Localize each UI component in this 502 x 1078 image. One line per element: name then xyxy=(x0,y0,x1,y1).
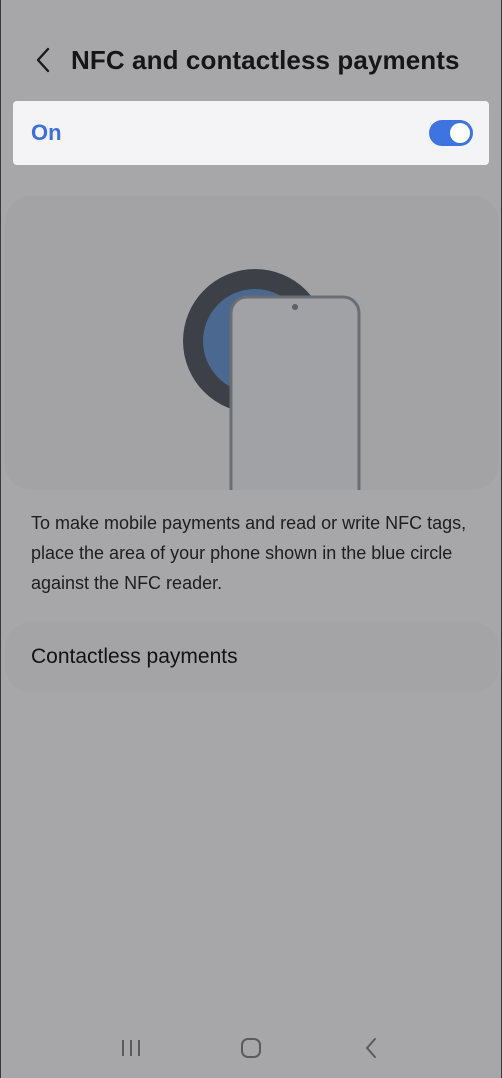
back-button[interactable] xyxy=(23,40,63,80)
contactless-payments-item[interactable]: Contactless payments xyxy=(5,622,499,692)
switch-knob xyxy=(450,123,470,143)
app-bar: NFC and contactless payments xyxy=(1,28,501,92)
recent-apps-button[interactable] xyxy=(106,1028,156,1068)
nfc-illustration-card xyxy=(5,196,499,490)
nfc-toggle-row[interactable]: On xyxy=(13,101,489,165)
page-title: NFC and contactless payments xyxy=(71,44,460,75)
nfc-description: To make mobile payments and read or writ… xyxy=(31,513,467,593)
home-button[interactable] xyxy=(226,1028,276,1068)
nfc-settings-screen: NFC and contactless payments On To make … xyxy=(0,0,502,1078)
nfc-toggle-switch[interactable] xyxy=(429,120,473,146)
nav-back-button[interactable] xyxy=(346,1028,396,1068)
recent-apps-icon xyxy=(122,1040,140,1056)
chevron-left-icon xyxy=(36,47,50,73)
contactless-payments-label: Contactless payments xyxy=(31,645,238,668)
back-icon xyxy=(366,1038,376,1058)
toggle-state-label: On xyxy=(31,120,62,145)
phone-on-nfc-reader-icon xyxy=(183,269,361,490)
system-nav-bar xyxy=(1,1018,501,1078)
home-icon xyxy=(241,1038,261,1058)
